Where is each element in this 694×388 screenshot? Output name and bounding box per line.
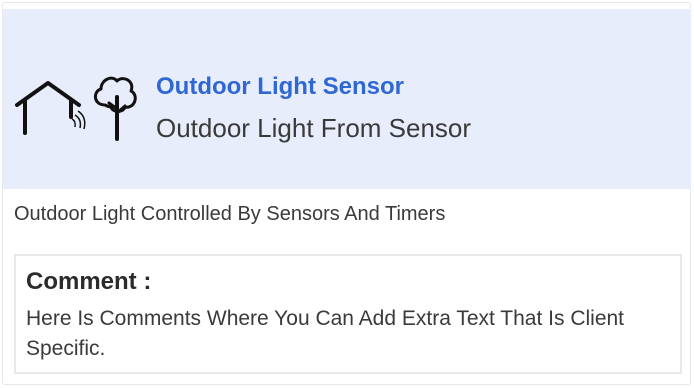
device-icons [13, 75, 139, 143]
device-header: Outdoor Light Sensor Outdoor Light From … [3, 9, 691, 189]
device-description: Outdoor Light Controlled By Sensors And … [14, 203, 446, 225]
comment-heading: Comment : [26, 268, 152, 295]
house-sensor-icon [15, 76, 137, 141]
comment-text: Here Is Comments Where You Can Add Extra… [26, 307, 625, 360]
device-title[interactable]: Outdoor Light Sensor [156, 73, 404, 101]
comment-box: Comment : Here Is Comments Where You Can… [14, 254, 682, 374]
tree-icon [94, 76, 137, 141]
device-subtitle: Outdoor Light From Sensor [156, 113, 472, 143]
